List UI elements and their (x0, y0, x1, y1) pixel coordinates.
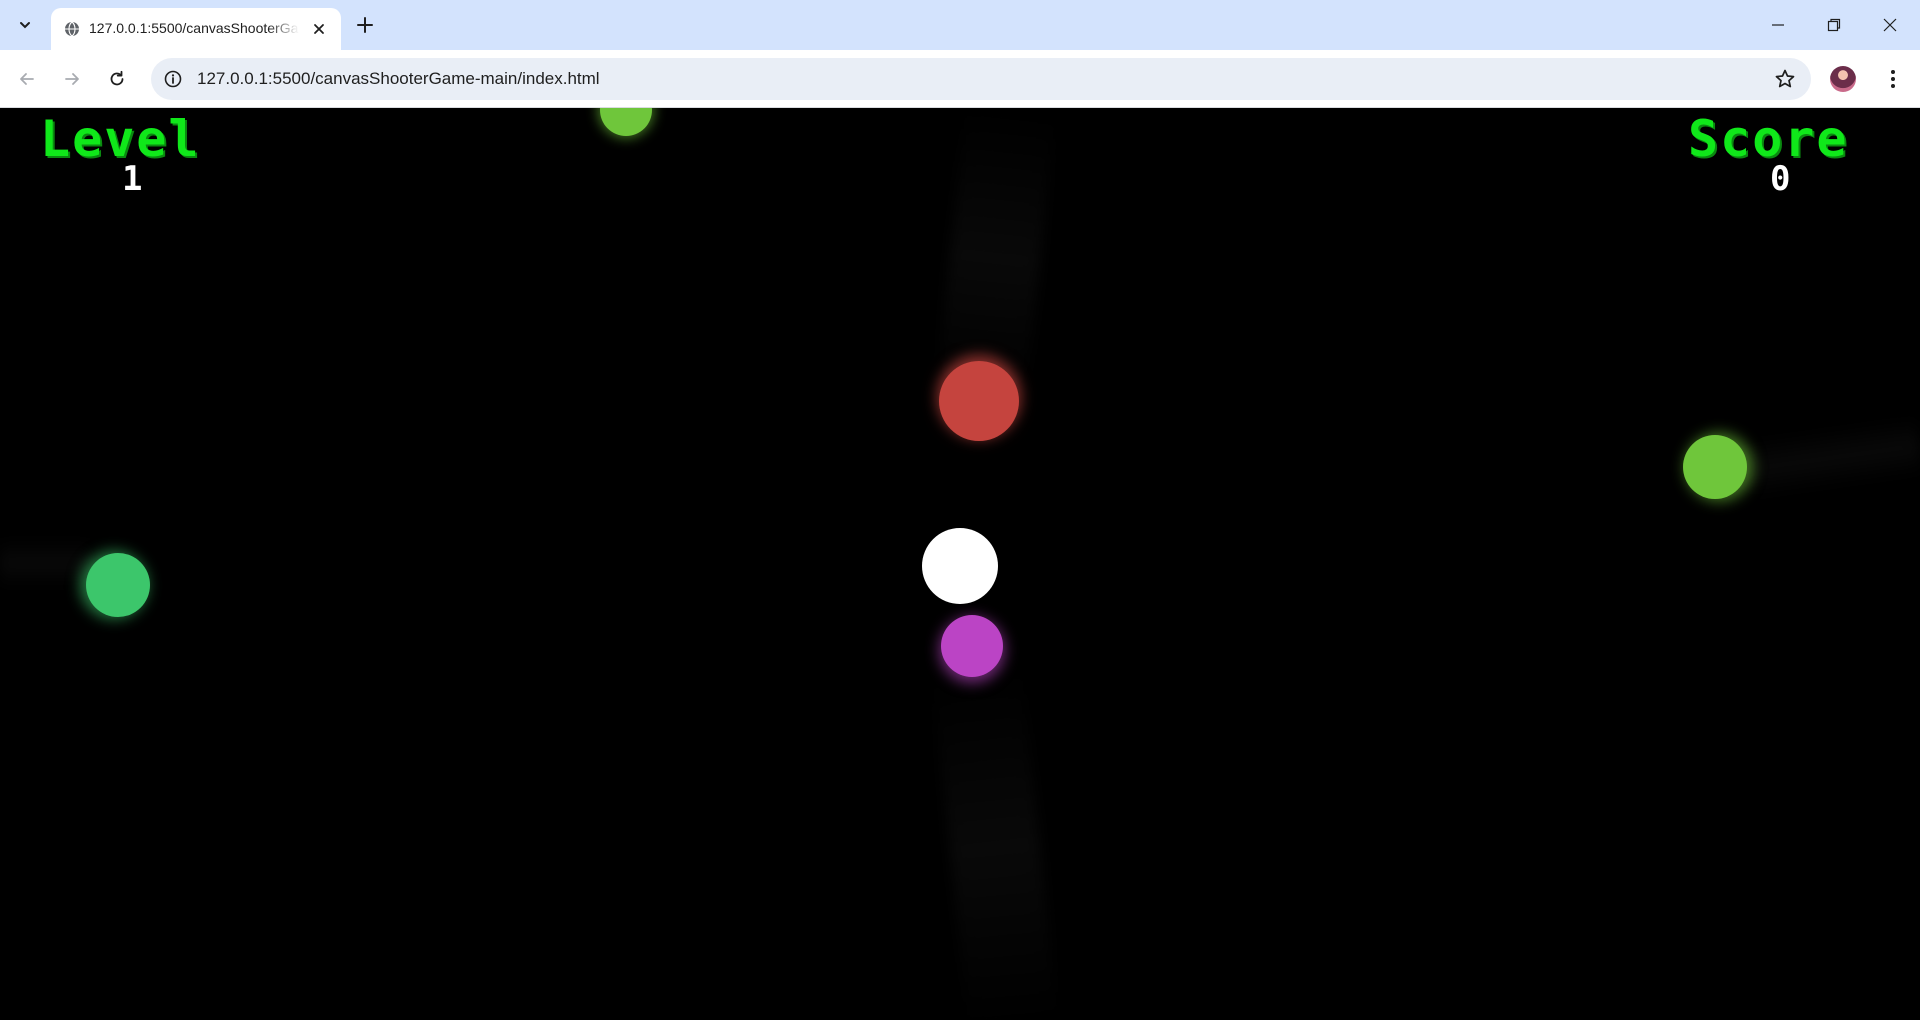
close-window-button[interactable] (1862, 0, 1918, 50)
chevron-down-icon (20, 22, 30, 29)
minimize-button[interactable] (1750, 0, 1806, 50)
profile-avatar[interactable] (1830, 66, 1856, 92)
score-label: Score (1688, 110, 1849, 168)
motion-trail (931, 664, 1059, 1020)
arrow-right-icon (65, 73, 79, 85)
player-ball (922, 528, 998, 604)
browser-toolbar: 127.0.0.1:5500/canvasShooterGame-main/in… (0, 50, 1920, 108)
enemy-ball (939, 361, 1019, 441)
minimize-icon (1772, 24, 1784, 26)
close-icon (1883, 18, 1897, 32)
level-value: 1 (122, 159, 143, 199)
enemy-ball (600, 108, 652, 136)
forward-button[interactable] (56, 63, 88, 95)
address-bar[interactable]: 127.0.0.1:5500/canvasShooterGame-main/in… (151, 58, 1811, 100)
globe-icon (65, 21, 79, 37)
star-icon[interactable] (1773, 67, 1797, 91)
enemy-ball (941, 615, 1003, 677)
motion-trail (1736, 415, 1920, 501)
browser-tab[interactable]: 127.0.0.1:5500/canvasShooterGame-main/in… (51, 8, 341, 50)
tab-search-button[interactable] (10, 10, 40, 40)
tab-strip: 127.0.0.1:5500/canvasShooterGame-main/in… (0, 0, 1920, 50)
game-canvas[interactable]: Level 1 Score 0 (0, 108, 1920, 1020)
url-text[interactable]: 127.0.0.1:5500/canvasShooterGame-main/in… (197, 69, 600, 89)
info-icon (164, 70, 182, 88)
restore-button[interactable] (1806, 0, 1862, 50)
arrow-left-icon (20, 73, 34, 85)
enemy-ball (86, 553, 150, 617)
reload-icon (110, 70, 124, 86)
tab-title: 127.0.0.1:5500/canvasShooterGame-main/in… (89, 20, 299, 36)
site-info-button[interactable] (161, 67, 185, 91)
level-label: Level (40, 110, 201, 168)
close-tab-icon[interactable] (311, 21, 327, 37)
plus-icon (357, 17, 373, 33)
restore-icon (1827, 18, 1841, 32)
kebab-icon (1891, 70, 1895, 88)
reload-button[interactable] (101, 63, 133, 95)
back-button[interactable] (11, 63, 43, 95)
new-tab-button[interactable] (352, 12, 378, 38)
score-value: 0 (1770, 159, 1791, 199)
browser-menu-button[interactable] (1880, 66, 1906, 92)
motion-trail (0, 538, 90, 588)
enemy-ball (1683, 435, 1747, 499)
